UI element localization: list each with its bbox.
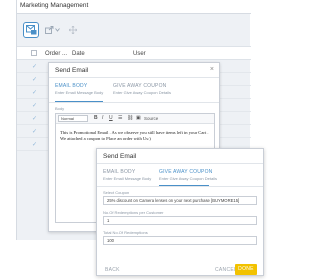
redemptions-per-customer-field[interactable]: 1 [103,216,257,225]
font-format-select[interactable]: Normal [58,115,88,122]
bold-button[interactable]: B [94,115,98,122]
column-order[interactable]: Order ... [45,51,67,57]
tab-give-away-coupon[interactable]: GIVE AWAY COUPON Enter Give Away Coupon … [113,83,171,101]
check-icon: ✓ [32,90,38,96]
tab-label: GIVE AWAY COUPON [113,83,167,89]
column-date[interactable]: Date [72,51,85,57]
page-title: Marketing Management [20,2,89,9]
editor-toolbar: Normal B I U ☰ ⛓ ▣ Source [56,114,214,124]
check-icon: ✓ [32,77,38,83]
total-redemptions-field[interactable]: 100 [103,236,257,245]
tab-email-body[interactable]: EMAIL BODY Enter Email Message Body [103,169,151,187]
divider [97,186,263,187]
cancel-button[interactable]: CANCEL [215,267,237,273]
italic-button[interactable]: I [102,115,103,122]
tab-label: GIVE AWAY COUPON [159,169,213,175]
tab-label: EMAIL BODY [55,83,88,89]
check-icon: ✓ [32,142,38,148]
underline-button[interactable]: U [109,115,113,122]
select-coupon-label: Select Coupon [103,190,130,195]
total-redemptions-label: Total No.Of Redemptions [103,230,148,235]
select-all-checkbox[interactable] [31,50,37,56]
column-user[interactable]: User [133,51,146,57]
link-icon[interactable]: ⛓ [127,115,133,122]
dialog-title: Send Email [55,67,89,74]
table-header: Order ... Date User [17,46,251,60]
tab-email-body[interactable]: EMAIL BODY Enter Email Message Body [55,83,103,101]
select-coupon-field[interactable]: 25% discount on Camera lenses on your ne… [103,196,257,205]
email-toolbar-button[interactable] [23,22,39,38]
check-icon: ✓ [32,103,38,109]
dialog-title: Send Email [103,153,137,160]
divider [49,77,219,78]
divider [49,102,219,103]
page-header: Marketing Management [17,0,251,14]
check-icon: ✓ [32,116,38,122]
tab-sublabel: Enter Give Away Coupon Details [159,176,217,181]
chevron-down-icon[interactable] [55,28,60,32]
email-body-text[interactable]: This is Promotional Email . As we observ… [60,130,210,142]
tab-label: EMAIL BODY [103,169,136,175]
move-icon[interactable] [69,26,77,34]
list-icon[interactable]: ☰ [118,115,122,122]
check-icon: ✓ [32,129,38,135]
check-icon: ✓ [32,64,38,70]
email-icon [26,25,37,35]
tab-sublabel: Enter Email Message Body [103,176,152,181]
redemptions-per-customer-label: No.Of Redemptions per Customer [103,210,164,215]
done-button[interactable]: DONE [235,264,257,275]
body-label: Body [55,106,65,111]
tab-sublabel: Enter Give Away Coupon Details [113,90,171,95]
tab-sublabel: Enter Email Message Body [55,90,104,95]
close-icon[interactable]: × [210,66,214,73]
image-icon[interactable]: ▣ [136,115,141,122]
send-email-dialog-coupon: Send Email EMAIL BODY Enter Email Messag… [96,148,264,276]
divider [97,163,263,164]
source-button[interactable]: Source [144,115,158,122]
back-button[interactable]: BACK [105,267,120,273]
export-icon[interactable] [45,26,54,34]
